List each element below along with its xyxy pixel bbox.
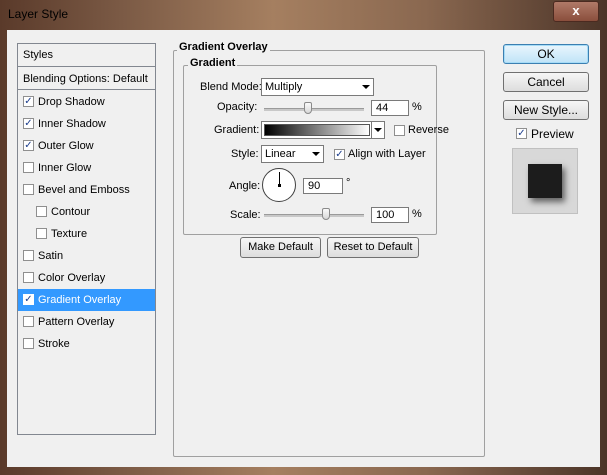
checkbox-inner-shadow[interactable]: ✓ (23, 117, 34, 129)
checkbox-contour[interactable] (36, 205, 47, 217)
checkbox-outer-glow[interactable]: ✓ (23, 139, 34, 151)
opacity-slider-track[interactable] (264, 108, 364, 111)
scale-percent: % (412, 208, 422, 220)
gradient-style-select[interactable]: Linear (261, 145, 324, 163)
scale-slider-track[interactable] (264, 214, 364, 217)
angle-dial[interactable] (262, 168, 296, 202)
scale-label: Scale: (230, 209, 261, 221)
checkbox-gradient-overlay[interactable]: ✓ (23, 293, 34, 305)
style-item-inner-shadow[interactable]: ✓ Inner Shadow (18, 113, 155, 135)
ok-button[interactable]: OK (503, 44, 589, 64)
cancel-button[interactable]: Cancel (503, 72, 589, 92)
scale-input[interactable]: 100 (371, 207, 409, 223)
style-item-inner-glow[interactable]: Inner Glow (18, 157, 155, 179)
style-item-label: Color Overlay (38, 272, 106, 284)
title-bar[interactable]: Layer Style x (0, 0, 607, 30)
style-item-contour[interactable]: Contour (18, 201, 155, 223)
reverse-checkbox[interactable] (394, 125, 405, 136)
window-frame: Layer Style x Styles Blending Options: D… (0, 0, 607, 475)
gradient-dropdown[interactable] (371, 122, 384, 138)
style-item-label: Stroke (38, 338, 70, 350)
preview-checkbox[interactable]: ✓ (516, 128, 527, 139)
checkbox-pattern-overlay[interactable] (23, 315, 34, 327)
style-item-texture[interactable]: Texture (18, 223, 155, 245)
angle-value: 90 (308, 180, 321, 192)
blend-mode-label: Blend Mode: (200, 81, 262, 93)
style-item-outer-glow[interactable]: ✓ Outer Glow (18, 135, 155, 157)
style-item-stroke[interactable]: Stroke (18, 333, 155, 355)
preview-swatch (528, 164, 562, 198)
style-item-label: Outer Glow (38, 140, 94, 152)
checkbox-stroke[interactable] (23, 337, 34, 349)
gradient-label: Gradient: (214, 124, 260, 136)
style-item-label: Texture (51, 228, 88, 240)
close-icon: x (572, 3, 580, 18)
gradient-overlay-title: Gradient Overlay (177, 41, 270, 53)
dialog-client: Styles Blending Options: Default ✓ Drop S… (7, 30, 600, 467)
align-with-layer-checkbox[interactable]: ✓ (334, 149, 345, 160)
new-style-button[interactable]: New Style... (503, 100, 589, 120)
style-item-label: Contour (51, 206, 91, 218)
scale-value: 100 (376, 209, 395, 221)
checkbox-color-overlay[interactable] (23, 271, 34, 283)
checkbox-texture[interactable] (36, 227, 47, 239)
checkbox-satin[interactable] (23, 249, 34, 261)
opacity-value: 44 (376, 102, 389, 114)
angle-center-dot (278, 184, 281, 187)
style-item-label: Pattern Overlay (38, 316, 115, 328)
style-item-label: Inner Shadow (38, 118, 106, 130)
make-default-button[interactable]: Make Default (240, 237, 321, 258)
scale-slider-thumb[interactable] (322, 208, 330, 220)
blending-options-item[interactable]: Blending Options: Default (18, 68, 155, 90)
styles-header[interactable]: Styles (18, 44, 155, 67)
chevron-down-icon (312, 152, 320, 156)
gradient-picker[interactable] (261, 121, 385, 139)
checkbox-inner-glow[interactable] (23, 161, 34, 173)
style-item-label: Satin (38, 250, 64, 262)
opacity-label: Opacity: (217, 101, 258, 113)
style-item-pattern-overlay[interactable]: Pattern Overlay (18, 311, 155, 333)
style-item-gradient-overlay[interactable]: ✓ Gradient Overlay (18, 289, 155, 311)
gradient-subgroup-title: Gradient (188, 57, 238, 69)
style-item-label: Inner Glow (38, 162, 92, 174)
close-button[interactable]: x (553, 1, 599, 22)
blend-mode-value: Multiply (265, 81, 303, 93)
style-item-bevel-emboss[interactable]: Bevel and Emboss (18, 179, 155, 201)
style-item-label: Bevel and Emboss (38, 184, 130, 196)
reverse-label: Reverse (408, 124, 449, 136)
style-item-satin[interactable]: Satin (18, 245, 155, 267)
opacity-input[interactable]: 44 (371, 100, 409, 116)
style-item-drop-shadow[interactable]: ✓ Drop Shadow (18, 91, 155, 113)
style-item-label: Drop Shadow (38, 96, 105, 108)
align-with-layer-label: Align with Layer (348, 148, 426, 160)
window-title: Layer Style (8, 7, 69, 21)
style-label: Style: (231, 148, 259, 160)
style-value: Linear (265, 148, 296, 160)
chevron-down-icon (362, 85, 370, 89)
blend-mode-select[interactable]: Multiply (261, 78, 374, 96)
styles-list: Styles Blending Options: Default ✓ Drop S… (17, 43, 156, 435)
opacity-slider-thumb[interactable] (304, 102, 312, 114)
angle-input[interactable]: 90 (303, 178, 343, 194)
degree-symbol: ° (346, 177, 351, 189)
reset-to-default-button[interactable]: Reset to Default (327, 237, 419, 258)
preview-thumbnail (512, 148, 578, 214)
opacity-percent: % (412, 101, 422, 113)
angle-label: Angle: (229, 180, 261, 192)
checkbox-drop-shadow[interactable]: ✓ (23, 95, 34, 107)
gradient-preview[interactable] (264, 124, 370, 136)
preview-label: Preview (531, 127, 574, 141)
chevron-down-icon (374, 128, 382, 132)
style-item-label: Gradient Overlay (38, 294, 122, 306)
checkbox-bevel-emboss[interactable] (23, 183, 34, 195)
style-item-color-overlay[interactable]: Color Overlay (18, 267, 155, 289)
